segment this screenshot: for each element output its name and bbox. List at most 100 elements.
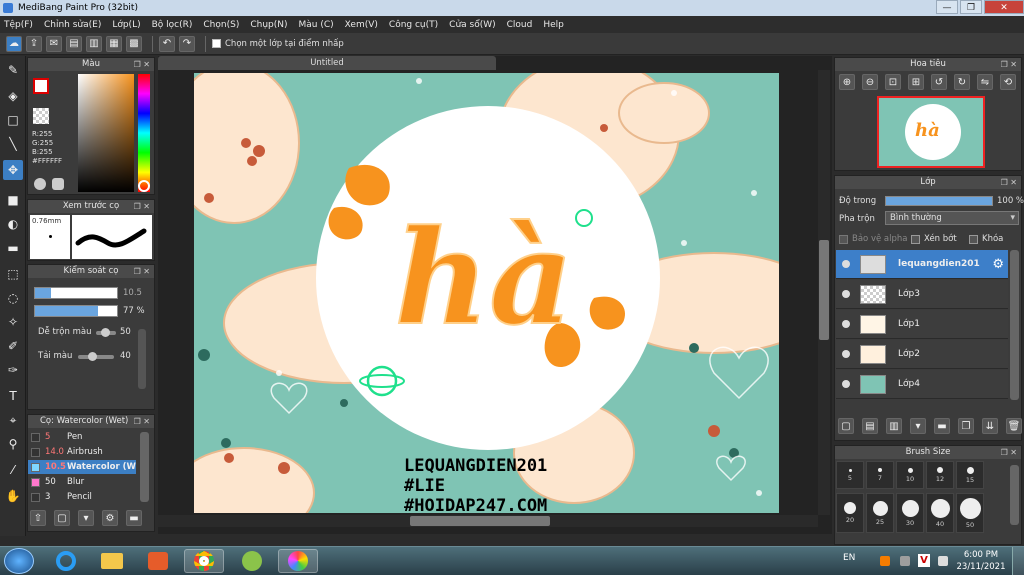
brush-size-10[interactable]: 10 xyxy=(896,461,924,489)
rotate-left-icon[interactable]: ↺ xyxy=(931,74,947,90)
rotate-right-icon[interactable]: ↻ xyxy=(954,74,970,90)
new-brush-icon[interactable]: ▢ xyxy=(54,510,70,526)
layer-row-lop2[interactable]: Lớp2 xyxy=(836,340,1008,369)
lasso-tool-icon[interactable]: ◌ xyxy=(3,288,23,308)
clipping-checkbox[interactable]: Xén bớt xyxy=(911,234,957,244)
add-brush-icon[interactable]: ⇧ xyxy=(30,510,46,526)
brush-size-30[interactable]: 30 xyxy=(896,493,924,533)
reload-slider[interactable] xyxy=(78,352,114,361)
taskbar-clock[interactable]: 6:00 PM 23/11/2021 xyxy=(956,549,1006,573)
bucket-tool-icon[interactable]: ◐ xyxy=(3,214,23,234)
new-8bit-layer-icon[interactable]: ▥ xyxy=(886,418,902,434)
brush-folder-icon[interactable]: ▬ xyxy=(126,510,142,526)
share-icon[interactable]: ⇪ xyxy=(26,35,42,52)
select-tool-icon[interactable]: ⬚ xyxy=(3,264,23,284)
protect-alpha-checkbox[interactable]: Bảo vệ alpha xyxy=(839,234,907,244)
menu-cloud[interactable]: Cloud xyxy=(507,20,533,30)
layer-visibility-icon[interactable] xyxy=(842,260,850,268)
hue-handle[interactable] xyxy=(138,180,150,192)
flip-icon[interactable]: ⇋ xyxy=(977,74,993,90)
vertical-scroll-thumb[interactable] xyxy=(819,240,829,340)
brush-item-watercolor[interactable]: 10.5 Watercolor (W xyxy=(28,460,136,474)
color-saturation-box[interactable] xyxy=(78,74,134,192)
brush-opacity-slider[interactable] xyxy=(34,305,118,317)
layer-row-lop4[interactable]: Lớp4 xyxy=(836,370,1008,399)
brush-size-scrollbar[interactable] xyxy=(1010,465,1019,525)
brush-list-scrollbar[interactable] xyxy=(140,432,149,502)
text-tool-icon[interactable]: T xyxy=(3,386,23,406)
document-icon[interactable]: ▥ xyxy=(86,35,102,52)
layer-visibility-icon[interactable] xyxy=(842,350,850,358)
palette-icon[interactable] xyxy=(34,178,46,190)
color-swap-icon[interactable] xyxy=(52,178,64,190)
menu-color[interactable]: Màu (C) xyxy=(299,20,334,30)
line-tool-icon[interactable]: ╲ xyxy=(3,134,23,154)
navigator-preview[interactable]: hà xyxy=(877,96,985,168)
rectangle-tool-icon[interactable]: □ xyxy=(3,110,23,130)
menu-tools[interactable]: Công cụ(T) xyxy=(389,20,438,30)
layer-folder-icon[interactable]: ▬ xyxy=(934,418,950,434)
brush-item-pencil[interactable]: 3 Pencil xyxy=(28,490,136,504)
select-pen-icon[interactable]: ✐ xyxy=(3,336,23,356)
horizontal-scroll-thumb[interactable] xyxy=(410,516,550,526)
layer-visibility-icon[interactable] xyxy=(842,320,850,328)
brush-size-25[interactable]: 25 xyxy=(866,493,894,533)
brush-size-7[interactable]: 7 xyxy=(866,461,894,489)
layer-row-lequangdien201[interactable]: lequangdien201 ⚙ xyxy=(836,250,1008,279)
start-button[interactable] xyxy=(4,548,34,574)
layer-opacity-slider[interactable] xyxy=(885,196,993,206)
select-layer-checkbox[interactable] xyxy=(212,39,221,48)
transparent-swatch[interactable] xyxy=(33,108,49,124)
eraser-tool-icon[interactable]: ◈ xyxy=(3,86,23,106)
page-icon[interactable]: ▤ xyxy=(66,35,82,52)
zoom-out-icon[interactable]: ⊖ xyxy=(862,74,878,90)
foreground-color-swatch[interactable] xyxy=(33,78,49,94)
menu-layer[interactable]: Lớp(L) xyxy=(112,20,140,30)
brush-size-15[interactable]: 15 xyxy=(956,461,984,489)
hue-slider[interactable] xyxy=(138,74,150,192)
layer-settings-icon[interactable]: ⚙ xyxy=(992,257,1004,272)
layer-row-lop3[interactable]: Lớp3 xyxy=(836,280,1008,309)
minimize-button[interactable]: — xyxy=(936,0,958,14)
artwork-canvas[interactable]: hà LEQUANGDIEN201 #LIE #HOIDAP247.COM xyxy=(194,73,779,513)
new-halftone-layer-icon[interactable]: ▤ xyxy=(862,418,878,434)
document-tab[interactable]: Untitled xyxy=(158,56,496,70)
ie-taskbar-icon[interactable] xyxy=(46,549,86,573)
close-button[interactable]: ✕ xyxy=(984,0,1024,14)
menu-file[interactable]: Tệp(F) xyxy=(4,20,33,30)
menu-view[interactable]: Xem(V) xyxy=(345,20,378,30)
duplicate-layer-icon[interactable]: ❐ xyxy=(958,418,974,434)
network-tray-icon[interactable] xyxy=(938,556,948,566)
medibang-taskbar-icon[interactable] xyxy=(278,549,318,573)
zoom-in-icon[interactable]: ⊕ xyxy=(839,74,855,90)
lock-checkbox[interactable]: Khóa xyxy=(969,234,1003,244)
gradient-tool-icon[interactable]: ▬ xyxy=(3,238,23,258)
brush-tool-icon[interactable]: ✎ xyxy=(3,60,23,80)
move-tool-icon[interactable]: ✥ xyxy=(3,160,23,180)
divide-tool-icon[interactable]: ⁄ xyxy=(3,460,23,480)
delete-layer-icon[interactable]: 🗑 xyxy=(1006,418,1022,434)
layer-visibility-icon[interactable] xyxy=(842,290,850,298)
blend-slider[interactable] xyxy=(96,328,116,337)
brush-menu-icon[interactable]: ▾ xyxy=(78,510,94,526)
menu-edit[interactable]: Chỉnh sửa(E) xyxy=(44,20,101,30)
grid-icon[interactable]: ▩ xyxy=(126,35,142,52)
reset-icon[interactable]: ⟲ xyxy=(1000,74,1016,90)
vietkey-tray-icon[interactable]: V xyxy=(918,554,930,567)
select-eraser-icon[interactable]: ✑ xyxy=(3,360,23,380)
language-indicator[interactable]: EN xyxy=(843,553,855,563)
layer-visibility-icon[interactable] xyxy=(842,380,850,388)
merge-layer-icon[interactable]: ⇊ xyxy=(982,418,998,434)
tray-icon-1[interactable] xyxy=(880,556,890,566)
actual-size-icon[interactable]: ⊞ xyxy=(908,74,924,90)
explorer-taskbar-icon[interactable] xyxy=(92,549,132,573)
layer-row-lop1[interactable]: Lớp1 xyxy=(836,310,1008,339)
brush-size-50[interactable]: 50 xyxy=(956,493,984,533)
menu-snap[interactable]: Chụp(N) xyxy=(250,20,287,30)
menu-filter[interactable]: Bộ lọc(R) xyxy=(152,20,193,30)
new-layer-icon[interactable]: ▢ xyxy=(838,418,854,434)
operation-tool-icon[interactable]: ⌖ xyxy=(3,410,23,430)
show-desktop-button[interactable] xyxy=(1012,547,1024,575)
layer-list-scrollbar[interactable] xyxy=(1010,250,1019,400)
media-player-taskbar-icon[interactable] xyxy=(138,549,178,573)
